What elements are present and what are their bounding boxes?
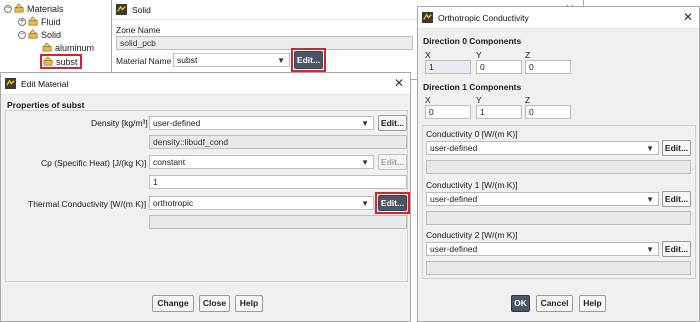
conductivity-1-value-field[interactable]	[426, 211, 691, 225]
conductivity-2-label: Conductivity 2 [W/(m K)]	[426, 230, 518, 240]
cancel-button[interactable]: Cancel	[536, 295, 573, 312]
density-edit-button[interactable]: Edit...	[378, 115, 407, 131]
tree-node-label: Materials	[27, 3, 64, 14]
z-label: Z	[525, 95, 531, 105]
material-icon	[28, 16, 38, 26]
conductivity-1-label: Conductivity 1 [W/(m K)]	[426, 180, 518, 190]
tree-node-materials[interactable]: − Materials	[4, 2, 64, 15]
material-icon	[28, 29, 38, 39]
material-icon	[14, 3, 24, 13]
density-value-field[interactable]: density::libudf_cond	[149, 135, 407, 149]
collapse-icon[interactable]: −	[4, 4, 12, 13]
cp-label: Cp (Specific Heat) [J/(kg K)]	[41, 158, 147, 168]
thermal-conductivity-label: Thermal Conductivity [W/(m K)]	[28, 199, 147, 209]
fluent-app-icon	[116, 4, 127, 15]
x-label: X	[425, 95, 431, 105]
select-value: subst	[177, 55, 198, 65]
thermal-conductivity-method-select[interactable]: orthotropic ▼	[149, 196, 374, 210]
y-label: Y	[476, 50, 482, 60]
conductivity-2-method-select[interactable]: user-defined ▼	[426, 242, 659, 256]
select-value: user-defined	[430, 143, 478, 153]
direction-0-y-field[interactable]: 0	[476, 60, 522, 74]
cp-method-select[interactable]: constant ▼	[149, 155, 374, 169]
window-title: Orthotropic Conductivity	[438, 12, 529, 23]
select-value: orthotropic	[153, 198, 194, 208]
direction-1-x-field[interactable]: 0	[425, 105, 471, 119]
help-button[interactable]: Help	[579, 295, 606, 312]
conductivity-1-method-select[interactable]: user-defined ▼	[426, 192, 659, 206]
select-value: user-defined	[430, 244, 478, 254]
zone-name-label: Zone Name	[116, 25, 161, 35]
direction-1-title: Direction 1 Components	[423, 82, 522, 92]
conductivity-0-label: Conductivity 0 [W/(m K)]	[426, 129, 518, 139]
density-label: Density [kg/m³]	[91, 118, 148, 128]
close-button[interactable]: Close	[199, 295, 230, 312]
tree-node-label: aluminum	[55, 42, 95, 53]
select-value: user-defined	[153, 118, 201, 128]
orthotropic-conductivity-dialog: Orthotropic Conductivity ✕ Direction 0 C…	[417, 6, 700, 322]
direction-0-title: Direction 0 Components	[423, 36, 522, 46]
section-title: Properties of subst	[7, 100, 85, 110]
conductivity-2-value-field[interactable]	[426, 261, 691, 275]
conductivity-0-edit-button[interactable]: Edit...	[662, 140, 691, 156]
cp-value-field[interactable]: 1	[149, 175, 407, 189]
conductivity-0-method-select[interactable]: user-defined ▼	[426, 141, 659, 155]
direction-1-y-field[interactable]: 1	[476, 105, 522, 119]
tree-node-fluid[interactable]: + Fluid	[18, 15, 61, 28]
help-button[interactable]: Help	[235, 295, 263, 312]
close-icon[interactable]: ✕	[683, 11, 693, 23]
chevron-down-icon: ▼	[646, 144, 654, 153]
ok-button[interactable]: OK	[511, 295, 530, 312]
conductivity-1-edit-button[interactable]: Edit...	[662, 191, 691, 207]
collapse-icon[interactable]: −	[18, 30, 26, 39]
chevron-down-icon: ▼	[277, 56, 285, 65]
window-title: Edit Material	[21, 78, 69, 89]
change-button[interactable]: Change	[152, 295, 194, 312]
expand-icon[interactable]: +	[18, 17, 26, 26]
tree-node-label: subst	[56, 56, 78, 67]
tree-node-aluminum[interactable]: aluminum	[42, 41, 94, 54]
direction-1-z-field[interactable]: 0	[525, 105, 571, 119]
zone-name-field[interactable]: solid_pcb	[116, 36, 413, 50]
material-icon	[43, 56, 53, 66]
material-name-select[interactable]: subst ▼	[173, 53, 290, 67]
edit-material-dialog: Edit Material ✕ Properties of subst Dens…	[0, 72, 411, 322]
fluent-app-icon	[422, 12, 433, 23]
select-value: user-defined	[430, 194, 478, 204]
chevron-down-icon: ▼	[361, 119, 369, 128]
material-icon	[42, 42, 52, 52]
select-value: constant	[153, 157, 186, 167]
chevron-down-icon: ▼	[646, 195, 654, 204]
edit-material-titlebar: Edit Material ✕	[1, 73, 410, 95]
close-icon[interactable]: ✕	[394, 77, 404, 89]
x-label: X	[425, 50, 431, 60]
fluent-app-icon	[5, 78, 16, 89]
density-method-select[interactable]: user-defined ▼	[149, 116, 374, 130]
y-label: Y	[476, 95, 482, 105]
chevron-down-icon: ▼	[646, 245, 654, 254]
tree-node-label: Fluid	[41, 16, 61, 27]
chevron-down-icon: ▼	[361, 199, 369, 208]
thermal-conductivity-edit-button[interactable]: Edit...	[378, 195, 407, 211]
conductivity-0-value-field[interactable]	[426, 160, 691, 174]
conductivity-2-edit-button[interactable]: Edit...	[662, 241, 691, 257]
cp-edit-button[interactable]: Edit...	[378, 154, 407, 170]
chevron-down-icon: ▼	[361, 158, 369, 167]
direction-0-z-field[interactable]: 0	[525, 60, 571, 74]
edit-material-button[interactable]: Edit...	[294, 51, 323, 69]
orthotropic-titlebar: Orthotropic Conductivity ✕	[418, 7, 699, 29]
tree-node-label: Solid	[41, 29, 62, 40]
window-title: Solid	[132, 4, 151, 15]
thermal-conductivity-value-field[interactable]	[149, 215, 407, 229]
materials-tree: − Materials + Fluid − Solid aluminum sub…	[0, 0, 112, 70]
tree-node-subst[interactable]: subst	[40, 54, 82, 69]
material-name-label: Material Name	[116, 56, 172, 66]
z-label: Z	[525, 50, 531, 60]
tree-node-solid[interactable]: − Solid	[18, 28, 61, 41]
direction-0-x-field[interactable]: 1	[425, 60, 471, 74]
